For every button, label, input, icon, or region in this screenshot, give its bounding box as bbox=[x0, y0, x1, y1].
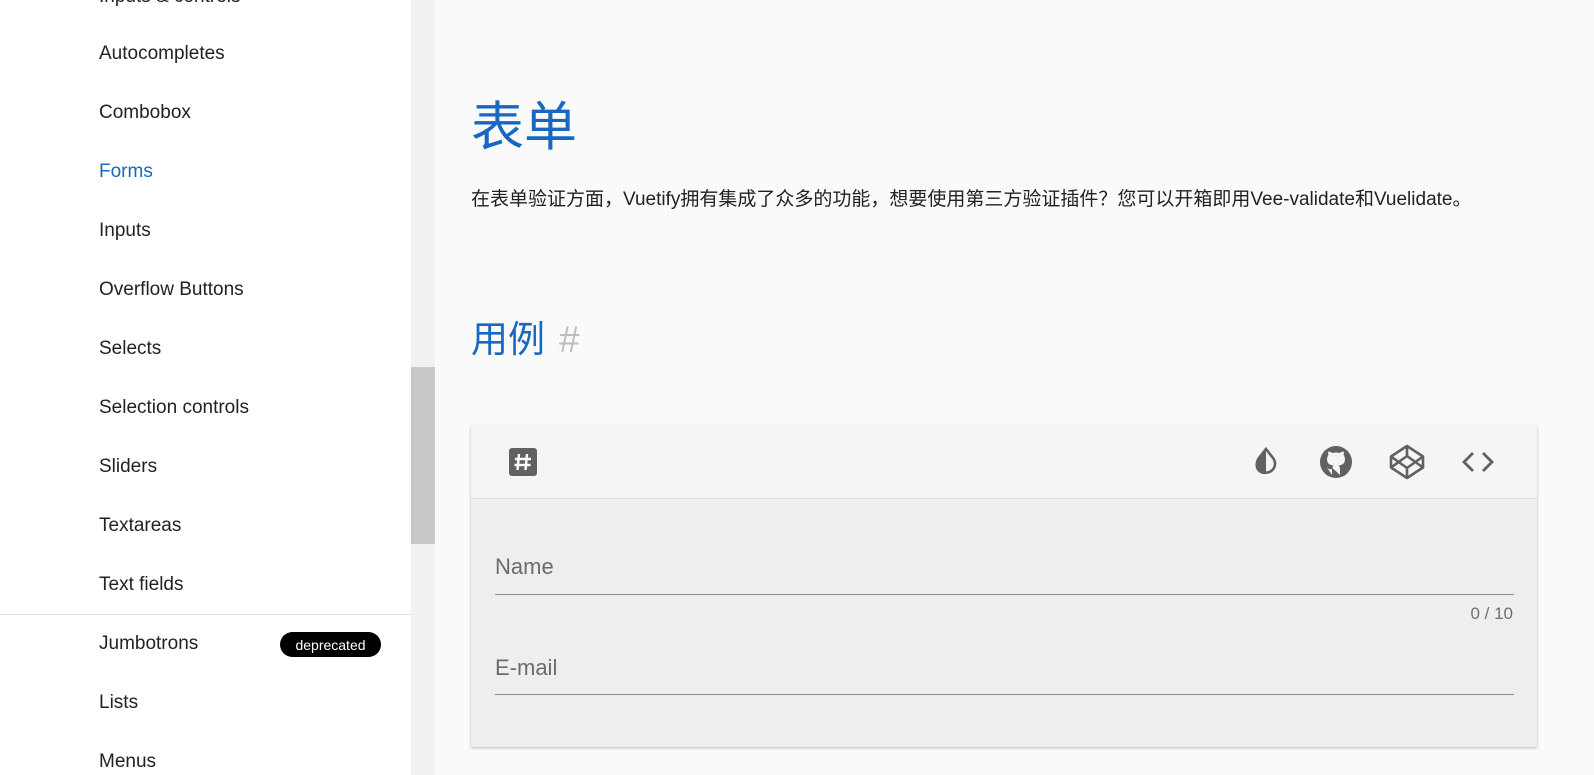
email-field[interactable]: E-mail bbox=[495, 655, 1514, 681]
name-field-label: Name bbox=[495, 554, 554, 579]
deprecated-badge: deprecated bbox=[280, 632, 381, 657]
code-tags-icon[interactable] bbox=[1460, 444, 1496, 480]
section-heading: 用例 # bbox=[471, 318, 580, 362]
codepen-icon[interactable] bbox=[1389, 444, 1425, 480]
pound-box-icon[interactable] bbox=[505, 444, 541, 480]
example-card: Name 0 / 10 E-mail bbox=[471, 426, 1537, 747]
sidebar-item-sliders[interactable]: Sliders bbox=[99, 456, 157, 478]
invert-colors-icon[interactable] bbox=[1248, 444, 1284, 480]
sidebar-item-textareas[interactable]: Textareas bbox=[99, 515, 181, 537]
section-title-text: 用例 bbox=[471, 319, 545, 360]
page-intro: 在表单验证方面，Vuetify拥有集成了众多的功能，想要使用第三方验证插件？您可… bbox=[471, 189, 1472, 210]
sidebar-nav: Inputs & controls Autocompletes Combobox… bbox=[0, 0, 411, 775]
sidebar-item-text-fields[interactable]: Text fields bbox=[99, 574, 183, 596]
example-toolbar bbox=[471, 426, 1537, 499]
sidebar-item-jumbotrons[interactable]: Jumbotrons bbox=[99, 633, 198, 655]
email-field-label: E-mail bbox=[495, 655, 558, 680]
page-title: 表单 bbox=[471, 98, 577, 157]
name-field[interactable]: Name bbox=[495, 554, 1514, 580]
sidebar-item-selection-controls[interactable]: Selection controls bbox=[99, 397, 249, 419]
email-field-underline bbox=[495, 694, 1514, 695]
sidebar-item-selects[interactable]: Selects bbox=[99, 338, 161, 360]
sidebar-scrollbar-thumb[interactable] bbox=[411, 367, 435, 544]
sidebar-item-overflow-buttons[interactable]: Overflow Buttons bbox=[99, 279, 244, 301]
name-field-counter: 0 / 10 bbox=[1470, 604, 1513, 623]
sidebar-item-forms[interactable]: Forms bbox=[99, 161, 153, 183]
sidebar-item-inputs[interactable]: Inputs bbox=[99, 220, 151, 242]
sidebar-item-inputs-controls[interactable]: Inputs & controls bbox=[99, 0, 241, 8]
sidebar-item-lists[interactable]: Lists bbox=[99, 692, 138, 714]
section-anchor-link[interactable]: # bbox=[559, 319, 580, 360]
sidebar-item-autocompletes[interactable]: Autocompletes bbox=[99, 43, 225, 65]
sidebar-item-combobox[interactable]: Combobox bbox=[99, 102, 191, 124]
sidebar-item-menus[interactable]: Menus bbox=[99, 751, 156, 773]
name-field-underline bbox=[495, 594, 1514, 595]
sidebar-divider bbox=[0, 614, 411, 615]
github-icon[interactable] bbox=[1318, 444, 1354, 480]
